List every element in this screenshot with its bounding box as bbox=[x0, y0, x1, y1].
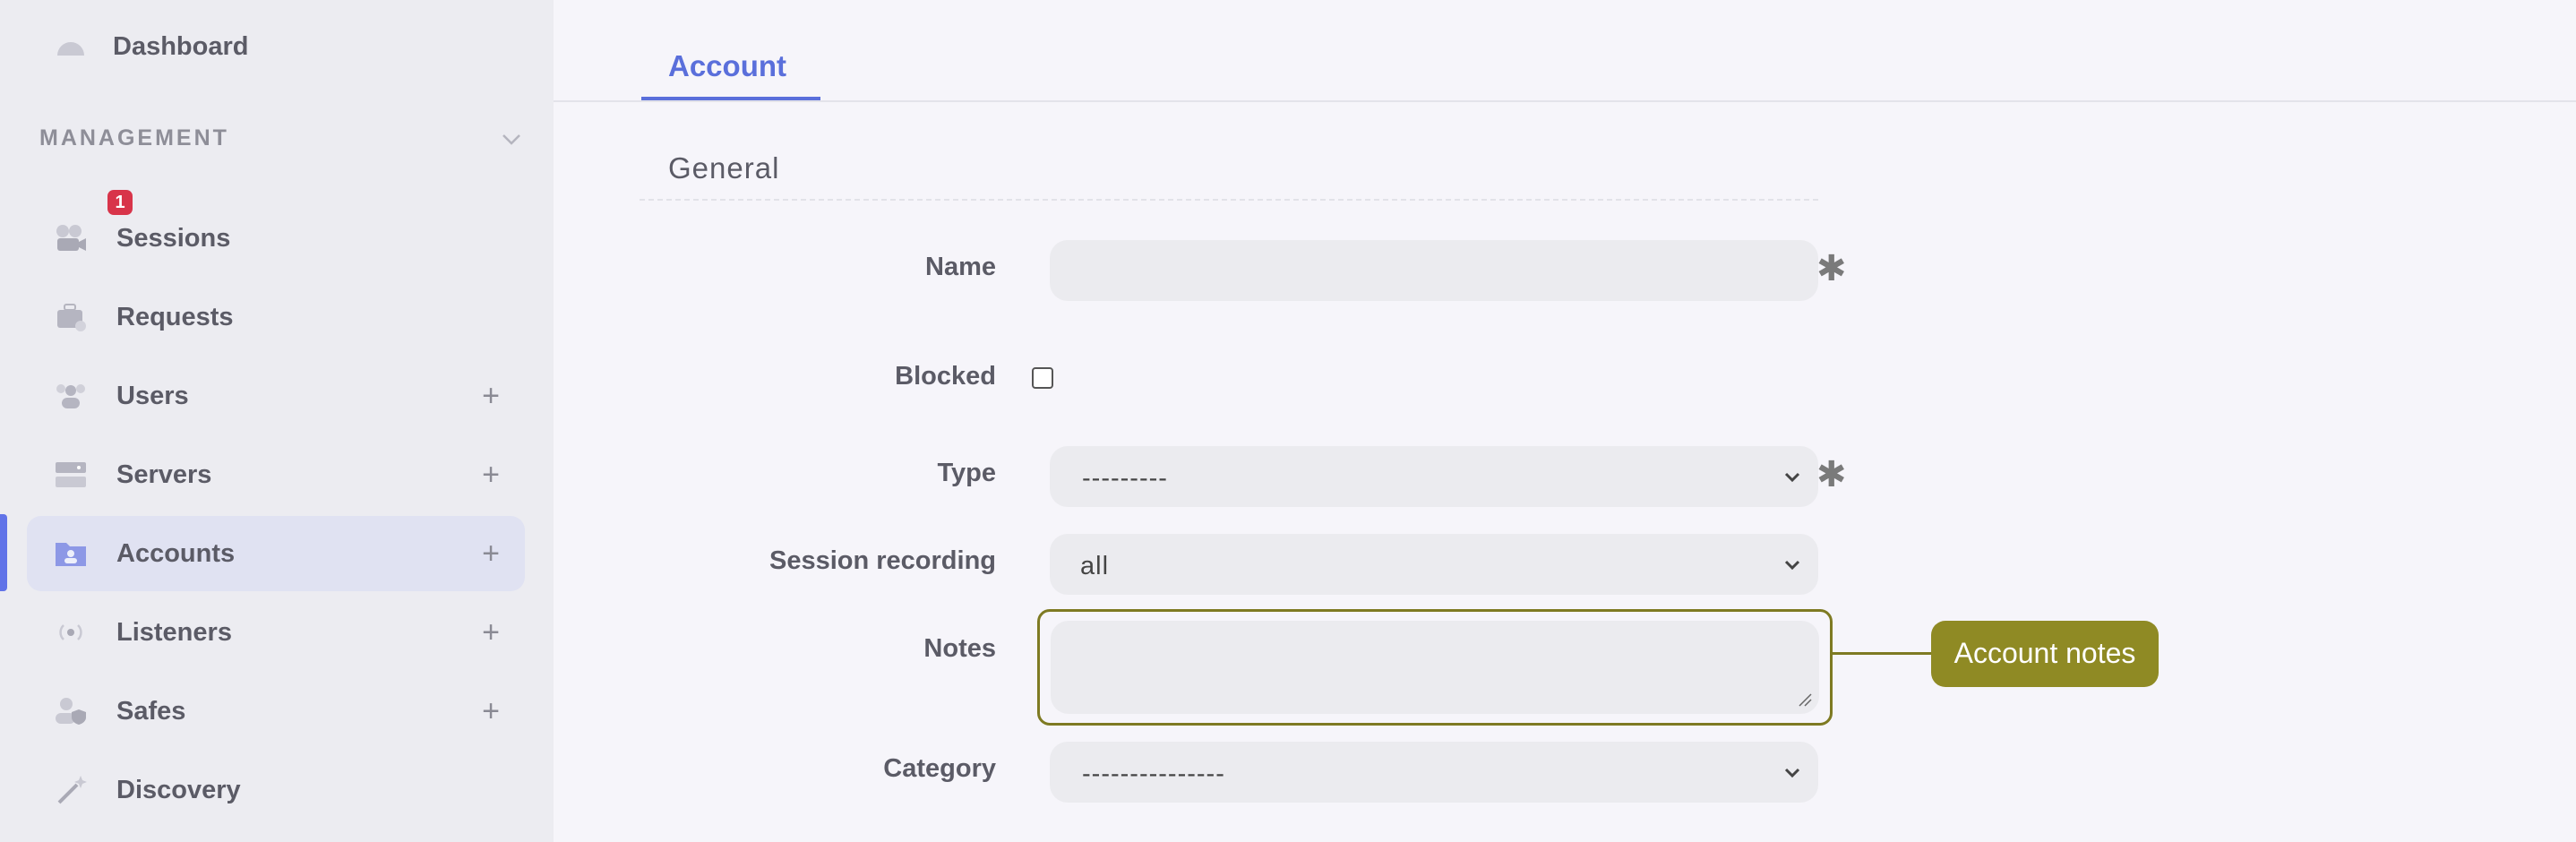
sidebar: Dashboard MANAGEMENT 1 Sessions Requests… bbox=[0, 0, 554, 842]
sidebar-item-accounts[interactable]: Accounts + bbox=[27, 516, 525, 591]
callout-text: Account notes bbox=[1953, 637, 2136, 669]
blocked-checkbox[interactable] bbox=[1032, 367, 1053, 389]
add-server-button[interactable]: + bbox=[482, 457, 500, 493]
category-label: Category bbox=[883, 754, 996, 783]
notes-highlight bbox=[1037, 609, 1833, 726]
sidebar-item-label: Listeners bbox=[116, 618, 232, 647]
category-select[interactable]: --------------- bbox=[1050, 742, 1818, 803]
sidebar-item-servers[interactable]: Servers + bbox=[27, 437, 525, 512]
name-label: Name bbox=[925, 253, 996, 281]
type-label: Type bbox=[937, 459, 996, 487]
chevron-down-icon bbox=[1784, 560, 1800, 571]
sidebar-item-listeners[interactable]: Listeners + bbox=[27, 595, 525, 670]
sidebar-item-label: Servers bbox=[116, 460, 212, 489]
management-section-header: MANAGEMENT bbox=[39, 125, 229, 150]
notes-label: Notes bbox=[923, 634, 996, 663]
sessions-count-badge: 1 bbox=[107, 190, 133, 215]
required-icon: ✱ bbox=[1816, 249, 1847, 288]
chevron-down-icon bbox=[1784, 472, 1800, 483]
sidebar-item-label: Sessions bbox=[116, 224, 231, 253]
server-icon bbox=[56, 462, 86, 487]
section-title-general: General bbox=[668, 151, 780, 185]
chevron-down-icon[interactable] bbox=[502, 129, 521, 149]
users-icon bbox=[56, 384, 85, 408]
sidebar-item-label: Dashboard bbox=[113, 32, 249, 61]
tab-label: Account bbox=[668, 49, 786, 82]
type-select-value: --------- bbox=[1082, 464, 1168, 493]
magic-wand-icon bbox=[57, 776, 87, 804]
sidebar-item-label: Users bbox=[116, 382, 189, 410]
sidebar-item-label: Accounts bbox=[116, 539, 236, 568]
sidebar-item-discovery[interactable]: Discovery bbox=[27, 752, 525, 828]
sidebar-item-dashboard[interactable]: Dashboard bbox=[27, 9, 525, 84]
section-divider bbox=[640, 199, 1818, 201]
tabs-divider bbox=[554, 100, 2576, 102]
name-input[interactable] bbox=[1050, 240, 1818, 301]
session-recording-value: all bbox=[1080, 552, 1110, 580]
add-safe-button[interactable]: + bbox=[482, 693, 500, 729]
chevron-down-icon bbox=[1784, 768, 1800, 778]
add-listener-button[interactable]: + bbox=[482, 614, 500, 650]
tab-account[interactable]: Account bbox=[641, 41, 820, 102]
sidebar-item-requests[interactable]: Requests bbox=[27, 279, 525, 355]
add-user-button[interactable]: + bbox=[482, 378, 500, 414]
blocked-label: Blocked bbox=[895, 362, 996, 391]
sidebar-item-users[interactable]: Users + bbox=[27, 358, 525, 434]
add-account-button[interactable]: + bbox=[482, 536, 500, 571]
dashboard-icon bbox=[57, 42, 84, 56]
session-recording-select[interactable]: all bbox=[1050, 534, 1818, 595]
sidebar-item-label: Requests bbox=[116, 303, 234, 331]
account-notes-callout: Account notes bbox=[1931, 621, 2159, 687]
briefcase-icon bbox=[57, 304, 86, 331]
sidebar-item-label: Discovery bbox=[116, 776, 241, 804]
user-shield-icon bbox=[56, 698, 86, 725]
type-select[interactable]: --------- bbox=[1050, 446, 1818, 507]
sidebar-item-label: Safes bbox=[116, 697, 186, 726]
category-select-value: --------------- bbox=[1082, 760, 1225, 788]
broadcast-icon bbox=[59, 624, 82, 640]
required-icon: ✱ bbox=[1816, 455, 1847, 494]
session-recording-label: Session recording bbox=[769, 546, 996, 575]
camera-icon bbox=[56, 225, 86, 251]
notes-textarea[interactable] bbox=[1051, 621, 1819, 714]
active-indicator bbox=[0, 514, 7, 591]
sidebar-item-sessions[interactable]: 1 Sessions bbox=[27, 190, 525, 276]
account-folder-icon bbox=[56, 543, 86, 566]
sidebar-item-safes[interactable]: Safes + bbox=[27, 674, 525, 749]
resize-handle-icon[interactable] bbox=[1798, 692, 1812, 707]
callout-connector bbox=[1830, 652, 1932, 655]
